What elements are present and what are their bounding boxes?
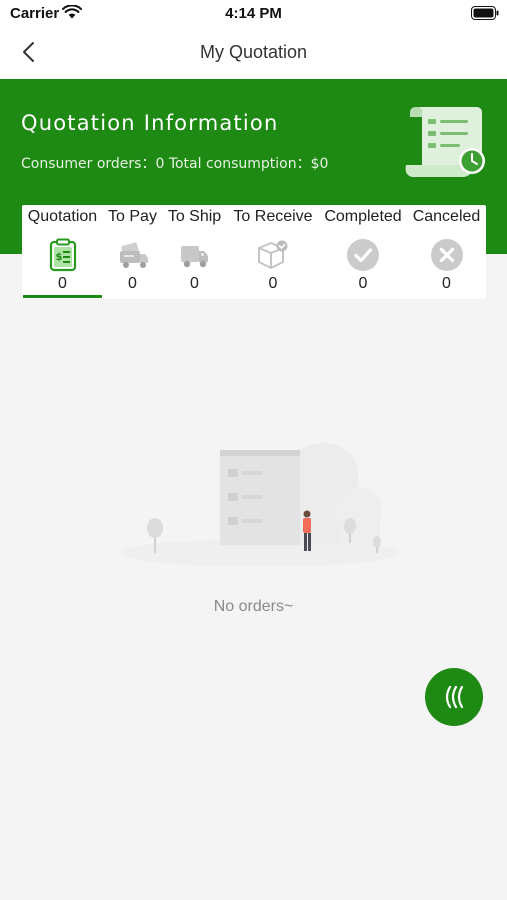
page-title: My Quotation — [199, 42, 308, 62]
battery-icon — [471, 6, 499, 20]
status-time: 4:14 PM — [225, 5, 282, 22]
tab-label: Canceled — [412, 208, 481, 225]
wallet-truck-icon — [120, 242, 148, 268]
receipt-clock-icon — [405, 107, 485, 177]
tab-count: 0 — [268, 275, 278, 292]
tab-label: To Pay — [108, 208, 157, 225]
tab-count: 0 — [442, 275, 451, 292]
empty-building-illustration — [120, 443, 400, 567]
tab-label: To Receive — [233, 208, 313, 225]
active-tab-indicator — [23, 295, 102, 298]
tab-count: 0 — [128, 275, 137, 292]
tab-label: Quotation — [27, 208, 98, 225]
tab-count: 0 — [58, 275, 67, 292]
tab-canceled[interactable]: Canceled 0 — [407, 205, 486, 299]
tab-to-ship[interactable]: To Ship 0 — [162, 205, 227, 299]
status-bar: Carrier 4:14 PM — [0, 0, 507, 28]
tab-to-pay[interactable]: To Pay 0 — [103, 205, 162, 299]
tab-to-receive[interactable]: To Receive 0 — [227, 205, 319, 299]
package-check-icon — [258, 240, 288, 269]
tab-count: 0 — [190, 275, 199, 292]
header-summary: Consumer orders：0 Total consumption：$0 — [21, 156, 329, 172]
tab-quotation[interactable]: Quotation $ 0 — [22, 205, 103, 299]
empty-state-message: No orders~ — [213, 598, 294, 615]
check-circle-icon — [347, 239, 379, 271]
tab-count: 0 — [358, 275, 368, 292]
tab-label: To Ship — [167, 208, 222, 225]
clipboard-dollar-icon: $ — [49, 238, 77, 272]
navigation-bar: My Quotation — [0, 28, 507, 79]
tab-label: Completed — [324, 208, 402, 225]
order-status-tabs: Quotation $ 0 To Pay 0 To Ship 0 To Rece… — [22, 205, 486, 299]
tab-completed[interactable]: Completed 0 — [319, 205, 407, 299]
x-circle-icon — [431, 239, 463, 271]
header-title: Quotation Information — [21, 111, 279, 135]
floating-action-button[interactable] — [425, 668, 483, 726]
svg-text:$: $ — [56, 252, 63, 263]
chevrons-left-icon — [445, 685, 464, 709]
truck-icon — [181, 246, 208, 268]
